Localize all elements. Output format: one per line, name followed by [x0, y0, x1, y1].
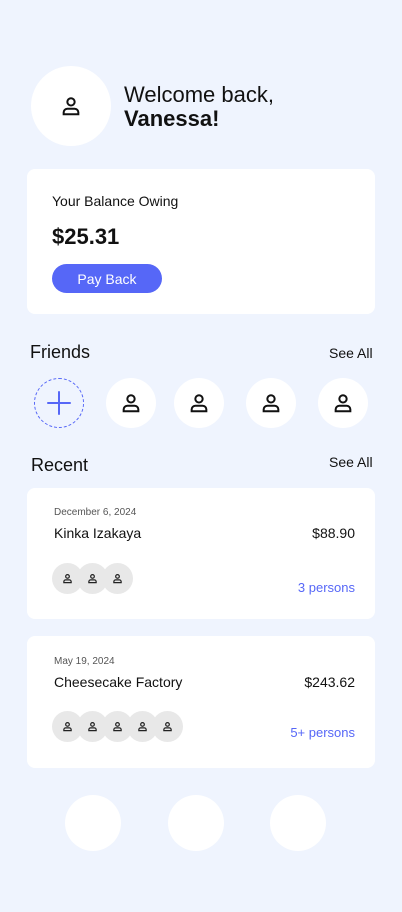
- user-icon: [262, 394, 280, 413]
- greeting-text: Welcome back,: [124, 82, 274, 107]
- user-icon: [113, 722, 122, 732]
- user-icon: [63, 722, 72, 732]
- user-icon: [190, 394, 208, 413]
- user-icon: [122, 394, 140, 413]
- balance-amount: $25.31: [52, 224, 120, 249]
- nav-button-home[interactable]: [65, 795, 121, 851]
- transaction-name: Cheesecake Factory: [54, 674, 183, 690]
- plus-icon: [47, 391, 71, 415]
- transaction-card[interactable]: December 6, 2024 Kinka Izakaya $88.90 3 …: [27, 488, 375, 619]
- user-icon: [138, 722, 147, 732]
- transaction-amount: $88.90: [312, 525, 355, 541]
- user-icon: [62, 97, 80, 116]
- user-icon: [163, 722, 172, 732]
- recent-see-all-link[interactable]: See All: [329, 454, 373, 470]
- user-icon: [88, 574, 97, 584]
- pay-back-button[interactable]: Pay Back: [52, 264, 162, 293]
- transaction-date: May 19, 2024: [54, 656, 115, 667]
- recent-title: Recent: [31, 455, 89, 475]
- user-icon: [88, 722, 97, 732]
- friend-avatar[interactable]: [318, 378, 368, 428]
- balance-card: Your Balance Owing $25.31 Pay Back: [27, 169, 375, 314]
- nav-button-profile[interactable]: [270, 795, 326, 851]
- participant-count: 5+ persons: [290, 725, 355, 740]
- transaction-amount: $243.62: [304, 674, 355, 690]
- participant-count: 3 persons: [297, 580, 355, 595]
- transaction-name: Kinka Izakaya: [54, 525, 142, 541]
- user-icon: [113, 574, 122, 584]
- friend-avatar[interactable]: [106, 378, 156, 428]
- transaction-date: December 6, 2024: [54, 507, 137, 518]
- friends-see-all-link[interactable]: See All: [329, 345, 373, 361]
- friends-title: Friends: [30, 342, 91, 362]
- participant-avatar: [102, 563, 133, 594]
- transaction-card[interactable]: May 19, 2024 Cheesecake Factory $243.62 …: [27, 636, 375, 768]
- nav-button-center[interactable]: [168, 795, 224, 851]
- friend-avatar[interactable]: [246, 378, 296, 428]
- friend-avatar[interactable]: [174, 378, 224, 428]
- add-friend-button[interactable]: [34, 378, 84, 428]
- user-icon: [63, 574, 72, 584]
- user-icon: [334, 394, 352, 413]
- profile-avatar[interactable]: [31, 66, 111, 146]
- balance-label: Your Balance Owing: [52, 193, 179, 209]
- participant-avatar: [152, 711, 183, 742]
- welcome-greeting: Welcome back, Vanessa!: [124, 83, 274, 131]
- user-name: Vanessa!: [124, 106, 220, 131]
